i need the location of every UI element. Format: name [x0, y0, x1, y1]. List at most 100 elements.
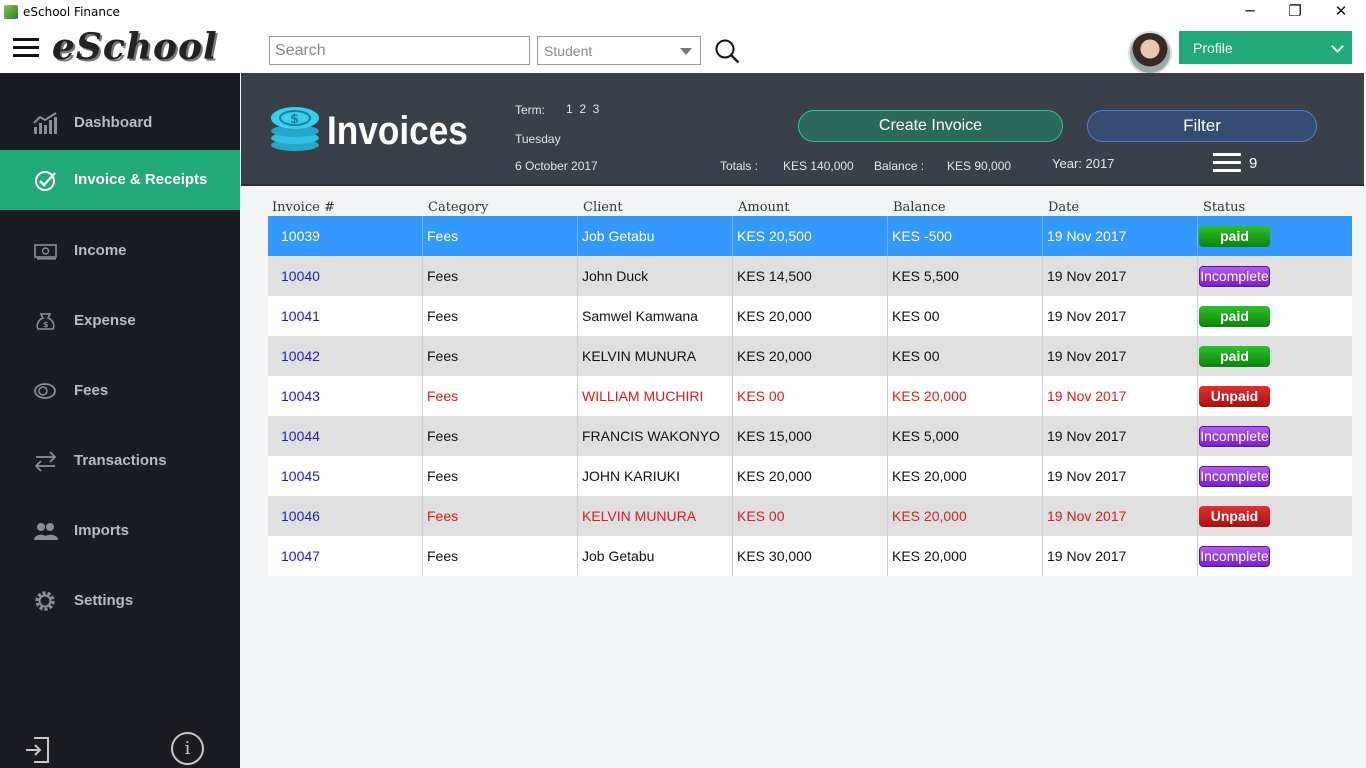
invoice-number-text[interactable]: 10040 [281, 268, 320, 284]
table-row[interactable]: 10039 Fees Job Getabu KES 20,500 KES -500 19 … [268, 216, 1352, 256]
sidebar-item-invoice-receipts[interactable]: Invoice & Receipts [0, 150, 240, 210]
status-cell: paid [1197, 216, 1352, 256]
table-row[interactable]: 10047 Fees Job Getabu KES 30,000 KES 20,000 1… [268, 536, 1352, 576]
logout-icon[interactable] [24, 735, 52, 765]
year-label[interactable]: Year: 2017 [1052, 156, 1114, 171]
column-header[interactable]: Category [428, 200, 488, 215]
create-invoice-button[interactable]: Create Invoice [798, 110, 1063, 142]
search-scope-select[interactable]: Student [537, 36, 701, 65]
balance-cell: KES -500 [887, 216, 1042, 256]
search-icon[interactable] [714, 38, 740, 64]
table-row[interactable]: 10042 Fees KELVIN MUNURA KES 20,000 KES 00 19… [268, 336, 1352, 376]
date-cell-text: 19 Nov 2017 [1047, 308, 1127, 324]
invoice-number-text[interactable]: 10045 [281, 468, 320, 484]
amount-cell-text: KES 20,500 [737, 228, 812, 244]
category-cell: Fees [422, 256, 577, 296]
close-button[interactable]: ✕ [1318, 0, 1364, 24]
sidebar-item-label: Dashboard [74, 114, 153, 131]
invoice-number-text[interactable]: 10042 [281, 348, 320, 364]
search-input[interactable] [269, 36, 530, 65]
client-cell: KELVIN MUNURA [577, 496, 732, 536]
invoice-number[interactable]: 10046 [268, 496, 422, 536]
invoice-number-text[interactable]: 10047 [281, 548, 320, 564]
table-row[interactable]: 10041 Fees Samwel Kamwana KES 20,000 KES 00 1… [268, 296, 1352, 336]
invoice-number[interactable]: 10044 [268, 416, 422, 456]
balance-cell: KES 20,000 [887, 456, 1042, 496]
client-cell: KELVIN MUNURA [577, 336, 732, 376]
info-icon[interactable]: i [171, 732, 204, 765]
sidebar-item-fees[interactable]: Fees [0, 361, 240, 421]
invoice-number[interactable]: 10042 [268, 336, 422, 376]
date-cell-text: 19 Nov 2017 [1047, 228, 1127, 244]
date-cell-text: 19 Nov 2017 [1047, 428, 1127, 444]
invoice-number[interactable]: 10047 [268, 536, 422, 576]
status-badge[interactable]: Incomplete [1199, 466, 1270, 487]
amount-cell-text: KES 20,000 [737, 308, 812, 324]
check-circle-icon [35, 171, 56, 191]
table-body: 10039 Fees Job Getabu KES 20,500 KES -500 19 … [268, 216, 1352, 576]
sidebar-item-imports[interactable]: Imports [0, 501, 240, 561]
invoice-number[interactable]: 10043 [268, 376, 422, 416]
client-cell-text: JOHN KARIUKI [582, 468, 681, 484]
invoice-number-text[interactable]: 10046 [281, 508, 320, 524]
svg-text:$: $ [290, 112, 299, 127]
amount-cell-text: KES 15,000 [737, 428, 812, 444]
category-cell: Fees [422, 416, 577, 456]
sidebar-item-label: Fees [74, 382, 109, 399]
column-header[interactable]: Status [1203, 200, 1245, 215]
svg-text:$: $ [43, 320, 49, 329]
profile-dropdown[interactable]: Profile [1179, 31, 1352, 64]
maximize-button[interactable]: ❐ [1272, 0, 1318, 24]
status-badge[interactable]: Incomplete [1199, 266, 1270, 287]
avatar[interactable] [1128, 31, 1172, 75]
status-badge[interactable]: Incomplete [1199, 546, 1270, 567]
table-row[interactable]: 10043 Fees WILLIAM MUCHIRI KES 00 KES 20,000… [268, 376, 1352, 416]
amount-cell-text: KES 20,000 [737, 468, 812, 484]
sidebar-item-income[interactable]: Income [0, 221, 240, 281]
amount-cell-text: KES 20,000 [737, 348, 812, 364]
status-cell: paid [1197, 296, 1352, 336]
column-header[interactable]: Invoice # [272, 200, 335, 215]
column-header[interactable]: Date [1048, 200, 1079, 215]
minimize-button[interactable]: ─ [1227, 0, 1273, 24]
status-badge[interactable]: paid [1199, 346, 1270, 367]
list-menu-icon[interactable] [1213, 153, 1241, 173]
term-label: Term: [515, 103, 545, 117]
table-row[interactable]: 10044 Fees FRANCIS WAKONYO KES 15,000 KES 5,… [268, 416, 1352, 456]
client-cell: Samwel Kamwana [577, 296, 732, 336]
invoice-number[interactable]: 10039 [268, 216, 422, 256]
table-row[interactable]: 10040 Fees John Duck KES 14,500 KES 5,500 19 … [268, 256, 1352, 296]
hamburger-menu-icon[interactable] [13, 38, 39, 58]
sidebar-item-transactions[interactable]: Transactions [0, 431, 240, 491]
column-header[interactable]: Balance [893, 200, 946, 215]
invoice-number-text[interactable]: 10041 [281, 308, 320, 324]
balance-cell-text: KES 00 [892, 348, 940, 364]
table-row[interactable]: 10045 Fees JOHN KARIUKI KES 20,000 KES 20,00… [268, 456, 1352, 496]
column-header[interactable]: Client [583, 200, 623, 215]
client-cell: Job Getabu [577, 216, 732, 256]
sidebar-item-dashboard[interactable]: Dashboard [0, 93, 240, 153]
table-row[interactable]: 10046 Fees KELVIN MUNURA KES 00 KES 20,000 19… [268, 496, 1352, 536]
term-selector[interactable]: 1 2 3 [566, 102, 599, 116]
sidebar-item-settings[interactable]: Settings [0, 571, 240, 631]
status-badge[interactable]: paid [1199, 226, 1270, 247]
client-cell-text: Samwel Kamwana [582, 308, 698, 324]
category-cell-text: Fees [427, 348, 459, 364]
invoice-number[interactable]: 10040 [268, 256, 422, 296]
invoice-number[interactable]: 10045 [268, 456, 422, 496]
status-badge[interactable]: Unpaid [1199, 506, 1270, 527]
invoice-number-text[interactable]: 10039 [281, 228, 320, 244]
sidebar-item-label: Income [74, 242, 127, 259]
filter-button[interactable]: Filter [1087, 110, 1317, 142]
invoice-number-text[interactable]: 10043 [281, 388, 320, 404]
status-badge[interactable]: Incomplete [1199, 426, 1270, 447]
sidebar-item-label: Transactions [74, 452, 167, 469]
status-badge[interactable]: paid [1199, 306, 1270, 327]
amount-cell: KES 15,000 [732, 416, 887, 456]
status-badge[interactable]: Unpaid [1199, 386, 1270, 407]
invoice-number[interactable]: 10041 [268, 296, 422, 336]
sidebar-item-expense[interactable]: $ Expense [0, 291, 240, 351]
invoice-number-text[interactable]: 10044 [281, 428, 320, 444]
sidebar-item-label: Imports [74, 522, 130, 539]
column-header[interactable]: Amount [738, 200, 790, 215]
